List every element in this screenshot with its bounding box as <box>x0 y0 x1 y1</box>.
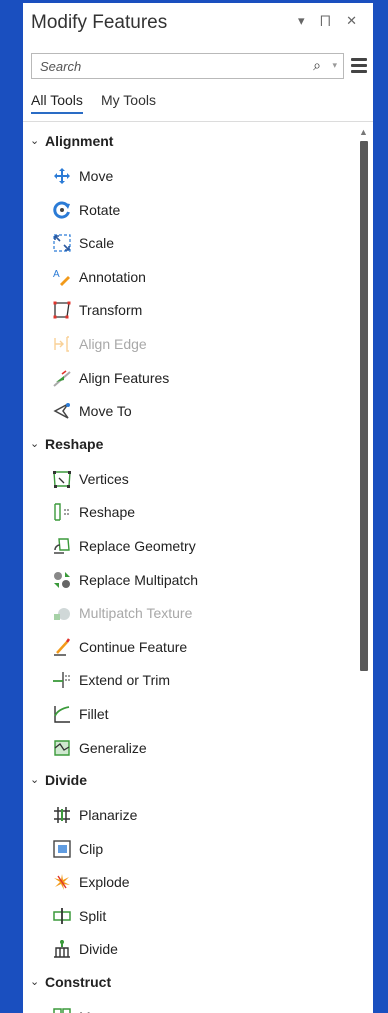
tool-label: Reshape <box>79 504 136 521</box>
tool-label: Align Edge <box>79 335 147 352</box>
vertices-icon <box>52 469 72 489</box>
group-label: Alignment <box>45 133 114 149</box>
tool-label: Fillet <box>79 705 109 722</box>
tool-label: Move <box>79 168 114 184</box>
tool-item-annotation[interactable]: A Annotation <box>23 260 363 294</box>
chevron-down-icon[interactable]: ▾ <box>332 60 337 71</box>
tab-all-tools[interactable]: All Tools <box>31 92 83 114</box>
tool-label: Move To <box>79 403 132 420</box>
tool-item-reshape[interactable]: Reshape <box>23 495 363 529</box>
move-icon <box>52 166 72 186</box>
tool-item-replace-multipatch[interactable]: Replace Multipatch <box>23 563 363 597</box>
chevron-down-icon[interactable]: ⌄ <box>30 134 39 147</box>
generalize-icon <box>52 738 72 758</box>
search-icon[interactable]: ⌕ <box>313 57 321 74</box>
tool-item-divide[interactable]: Divide <box>23 932 363 966</box>
tool-label: Clip <box>79 840 104 857</box>
search-placeholder: Search <box>40 59 82 74</box>
svg-text:A: A <box>53 269 60 280</box>
rotate-icon <box>52 200 72 220</box>
explode-icon <box>52 872 72 892</box>
divide-icon <box>52 939 72 959</box>
tool-item-rotate[interactable]: Rotate <box>23 193 363 227</box>
tool-item-extend-or-trim[interactable]: Extend or Trim <box>23 663 363 697</box>
scale-icon <box>52 233 72 253</box>
tool-label: Generalize <box>79 739 147 756</box>
replace-multipatch-icon <box>52 570 72 590</box>
tool-item-vertices[interactable]: Vertices <box>23 462 363 496</box>
tool-item-scale[interactable]: Scale <box>23 226 363 260</box>
tool-label: Vertices <box>79 470 129 487</box>
chevron-down-icon[interactable]: ⌄ <box>30 437 39 450</box>
hamburger-menu-icon[interactable] <box>351 55 367 75</box>
merge-icon <box>52 1007 72 1013</box>
pane-window-controls[interactable]: ▾ ⨅ ✕ <box>298 13 363 29</box>
tool-item-align-edge: Align Edge <box>23 327 363 361</box>
align-features-icon <box>52 368 72 388</box>
tool-item-transform[interactable]: Transform <box>23 293 363 327</box>
group-label: Divide <box>45 772 88 789</box>
tool-item-multipatch-texture: Multipatch Texture <box>23 596 363 630</box>
search-input[interactable]: Search ⌕ ▾ <box>31 53 344 79</box>
group-label: Construct <box>45 974 112 991</box>
replace-geometry-icon <box>52 536 72 556</box>
group-header-reshape[interactable]: ⌄ Reshape <box>23 428 363 462</box>
tool-item-explode[interactable]: Explode <box>23 865 363 899</box>
scrollbar-thumb[interactable] <box>360 141 368 671</box>
tool-label: Merge <box>79 1009 119 1013</box>
tool-label: Split <box>79 907 107 924</box>
tool-item-clip[interactable]: Clip <box>23 832 363 866</box>
tool-label: Rotate <box>79 201 121 218</box>
chevron-down-icon[interactable]: ⌄ <box>30 975 39 988</box>
tool-item-merge[interactable]: Merge <box>23 1000 363 1013</box>
clip-icon <box>52 839 72 859</box>
tool-label: Planarize <box>79 807 138 824</box>
tool-item-replace-geometry[interactable]: Replace Geometry <box>23 529 363 563</box>
tool-label: Replace Geometry <box>79 537 196 554</box>
multipatch-texture-icon <box>52 603 72 623</box>
tool-label: Explode <box>79 874 130 891</box>
chevron-down-icon[interactable]: ⌄ <box>30 773 39 786</box>
tool-label: Annotation <box>79 268 146 285</box>
group-header-divide[interactable]: ⌄ Divide <box>23 764 363 798</box>
tool-item-fillet[interactable]: Fillet <box>23 697 363 731</box>
group-header-alignment[interactable]: ⌄ Alignment <box>23 125 363 159</box>
tool-label: Replace Multipatch <box>79 571 199 588</box>
tool-label: Continue Feature <box>79 638 188 655</box>
tabs-divider <box>23 121 373 122</box>
group-header-construct[interactable]: ⌄ Construct <box>23 966 363 1000</box>
tool-list: ⌄ Alignment Move Rotate Scale A Annotation Tran… <box>23 125 363 1013</box>
extend-trim-icon <box>52 670 72 690</box>
group-label: Reshape <box>45 435 104 452</box>
tool-label: Extend or Trim <box>79 672 171 689</box>
tool-item-generalize[interactable]: Generalize <box>23 731 363 765</box>
fillet-icon <box>52 704 72 724</box>
scroll-up-arrow-icon[interactable]: ▲ <box>359 127 368 137</box>
align-edge-icon <box>52 334 72 354</box>
pane-title: Modify Features <box>31 12 168 33</box>
annotation-icon: A <box>52 267 72 287</box>
tool-label: Align Features <box>79 369 170 386</box>
tool-label: Multipatch Texture <box>79 605 193 622</box>
tool-item-planarize[interactable]: Planarize <box>23 798 363 832</box>
continue-feature-icon <box>52 637 72 657</box>
tool-item-continue-feature[interactable]: Continue Feature <box>23 630 363 664</box>
tool-item-move-to[interactable]: Move To <box>23 394 363 428</box>
tool-label: Scale <box>79 235 115 252</box>
modify-features-pane: Modify Features ▾ ⨅ ✕ Search ⌕ ▾ All Too… <box>23 3 373 1013</box>
split-icon <box>52 906 72 926</box>
tool-item-align-features[interactable]: Align Features <box>23 361 363 395</box>
transform-icon <box>52 300 72 320</box>
tab-my-tools[interactable]: My Tools <box>101 92 156 108</box>
pane-header: Modify Features ▾ ⨅ ✕ <box>23 3 373 43</box>
tool-label: Divide <box>79 941 118 958</box>
tool-item-split[interactable]: Split <box>23 899 363 933</box>
tool-label: Transform <box>79 302 143 319</box>
reshape-icon <box>52 502 72 522</box>
tool-item-move[interactable]: Move <box>23 159 363 193</box>
planarize-icon <box>52 805 72 825</box>
move-to-icon <box>52 401 72 421</box>
